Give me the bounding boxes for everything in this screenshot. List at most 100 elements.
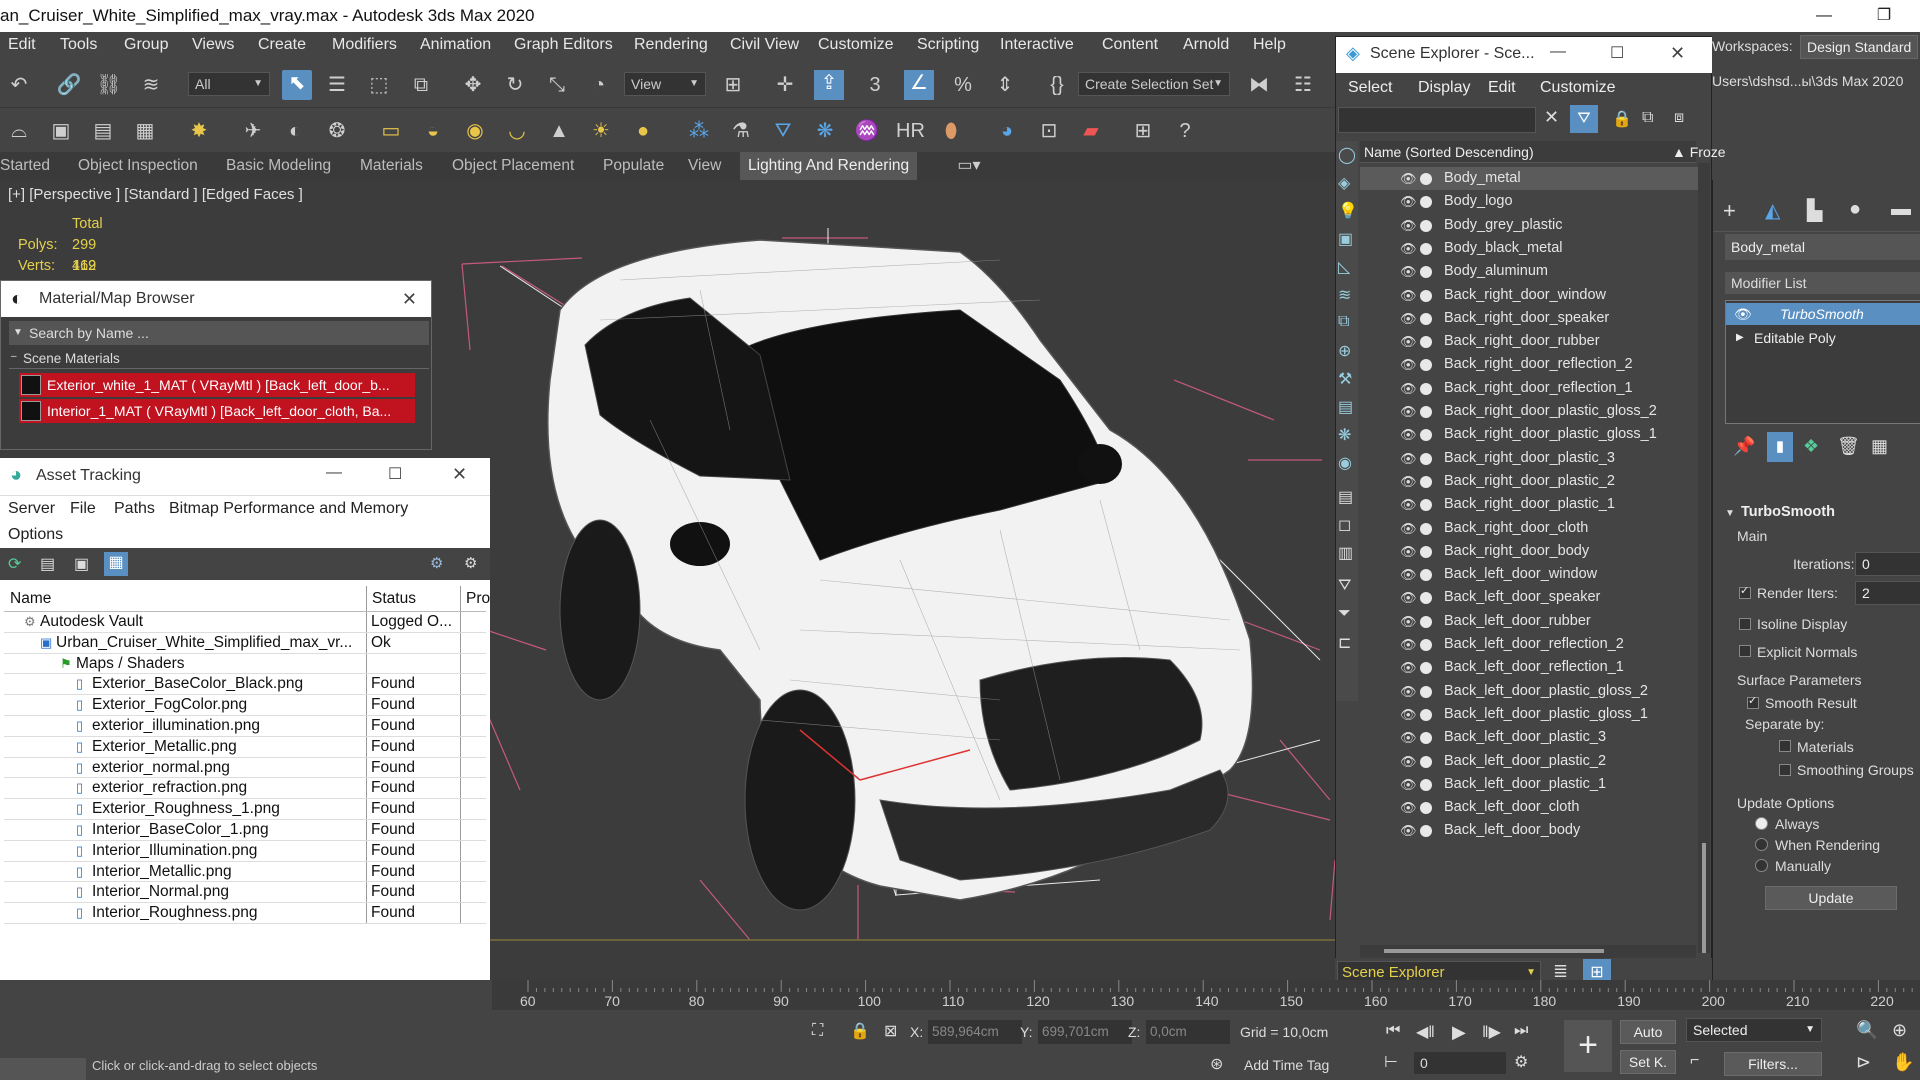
menu-views[interactable]: Views xyxy=(192,36,234,54)
set-key-big-icon[interactable]: + xyxy=(1564,1020,1612,1072)
curve-editor-icon[interactable]: ✈ xyxy=(240,118,266,144)
schematic-view-icon[interactable]: ◐ xyxy=(282,118,308,144)
close-icon[interactable]: ✕ xyxy=(452,464,467,485)
container-filter-icon[interactable]: ▤ xyxy=(1338,397,1353,417)
scene-horizontal-scrollbar[interactable] xyxy=(1360,945,1696,959)
render-setup-icon[interactable]: ◕ xyxy=(994,118,1020,144)
scene-object-item[interactable]: 👁 Back_left_door_rubber xyxy=(1360,610,1710,633)
funnel-icon[interactable]: ⏷ xyxy=(1338,605,1351,623)
menu-customize[interactable]: Customize xyxy=(818,36,894,54)
asset-row[interactable]: ▣ Urban_Cruiser_White_Simplified_max_vr..… xyxy=(4,632,486,654)
show-end-result-icon[interactable]: ▮ xyxy=(1767,432,1793,462)
scene-object-item[interactable]: 👁 Back_right_door_window xyxy=(1360,284,1710,307)
asset-row[interactable]: ▯ exterior_illumination.png Found xyxy=(4,716,486,737)
scene-object-item[interactable]: 👁 Back_left_door_window xyxy=(1360,563,1710,586)
scene-object-item[interactable]: 👁 Back_right_door_cloth xyxy=(1360,517,1710,540)
asset-row[interactable]: ▯ Exterior_BaseColor_Black.png Found xyxy=(4,674,486,696)
create-tab-icon[interactable]: + xyxy=(1723,198,1736,224)
column-pro[interactable]: Pro xyxy=(466,586,490,612)
sphere-light-icon[interactable]: ◉ xyxy=(462,118,488,144)
next-frame-icon[interactable]: ‖▶ xyxy=(1482,1022,1501,1042)
display-none-icon[interactable]: ◻ xyxy=(1338,515,1351,535)
scale-icon[interactable]: ⤡ xyxy=(544,72,570,98)
scene-object-item[interactable]: 👁 Back_right_door_plastic_3 xyxy=(1360,447,1710,470)
light-icon[interactable]: ✸ xyxy=(186,118,212,144)
tab-populate[interactable]: Populate xyxy=(603,157,664,175)
menu-create[interactable]: Create xyxy=(258,36,306,54)
auto-key-button[interactable]: Auto xyxy=(1620,1020,1676,1044)
viewport-label[interactable]: [+] [Perspective ] [Standard ] [Edged Fa… xyxy=(8,186,303,203)
spinner-snap-icon[interactable]: ⇕ xyxy=(992,72,1018,98)
close-icon[interactable]: ✕ xyxy=(402,281,417,317)
cone-icon[interactable]: ▲ xyxy=(546,118,572,144)
visibility-eye-icon[interactable]: 👁 xyxy=(1400,656,1417,679)
selection-filter-dropdown[interactable]: All ▼ xyxy=(188,72,270,96)
menu-file[interactable]: File xyxy=(70,500,96,518)
tab-object-placement[interactable]: Object Placement xyxy=(452,157,574,175)
maxscript-mini-listener[interactable] xyxy=(0,1058,86,1080)
project-path[interactable]: Users\dshsd...ы\3ds Max 2020 xyxy=(1712,73,1903,89)
geometry-filter-icon[interactable]: ◯ xyxy=(1338,145,1356,165)
visibility-eye-icon[interactable]: 👁 xyxy=(1400,540,1417,563)
iterations-spinner[interactable]: 0 xyxy=(1855,552,1920,576)
menu-rendering[interactable]: Rendering xyxy=(634,36,708,54)
named-selection-icon[interactable]: {} xyxy=(1044,72,1070,98)
bone-filter-icon[interactable]: ⚒ xyxy=(1338,369,1352,389)
align-icon[interactable]: ☷ xyxy=(1290,72,1316,98)
menu-animation[interactable]: Animation xyxy=(420,36,491,54)
default-tangent-icon[interactable]: ⌐ xyxy=(1690,1052,1699,1070)
visibility-eye-icon[interactable]: 👁 xyxy=(1400,284,1417,307)
remove-modifier-icon[interactable]: 🗑 xyxy=(1837,436,1860,457)
column-frozen[interactable]: ▲ Froze xyxy=(1672,141,1726,163)
scene-search-input[interactable] xyxy=(1338,107,1536,133)
scene-object-item[interactable]: 👁 Body_black_metal xyxy=(1360,237,1710,260)
asset-row[interactable]: ▯ Interior_Metallic.png Found xyxy=(4,861,486,883)
pan-icon[interactable]: ✋ xyxy=(1892,1052,1914,1073)
filters-button[interactable]: Filters... xyxy=(1724,1052,1822,1076)
visibility-eye-icon[interactable]: 👁 xyxy=(1400,819,1417,842)
rollout-title[interactable]: TurboSmooth xyxy=(1741,504,1835,520)
zoom-icon[interactable]: 🔍 xyxy=(1856,1020,1878,1041)
tab-object-inspection[interactable]: Object Inspection xyxy=(78,157,198,175)
visibility-eye-icon[interactable]: 👁 xyxy=(1400,586,1417,609)
smooth-result-checkbox[interactable]: ✓ xyxy=(1747,695,1759,709)
menu-scripting[interactable]: Scripting xyxy=(917,36,979,54)
dome-icon[interactable]: ◒ xyxy=(420,118,446,144)
scene-vertical-scrollbar[interactable] xyxy=(1698,163,1710,953)
visibility-eye-icon[interactable]: 👁 xyxy=(1400,237,1417,260)
mirror-icon[interactable]: ⧓ xyxy=(1246,72,1272,98)
scene-object-item[interactable]: 👁 Back_left_door_plastic_2 xyxy=(1360,750,1710,773)
render-online-icon[interactable]: ⊞ xyxy=(1130,118,1156,144)
render-element-icon[interactable]: ⚗ xyxy=(728,118,754,144)
layer-icon[interactable]: ⌓ xyxy=(6,118,32,144)
sun-icon[interactable]: ☀ xyxy=(588,118,614,144)
scene-object-item[interactable]: 👁 Back_right_door_reflection_1 xyxy=(1360,377,1710,400)
menu-arnold[interactable]: Arnold xyxy=(1183,36,1229,54)
angle-snap-icon[interactable]: ∠ xyxy=(904,70,934,100)
visibility-eye-icon[interactable]: 👁 xyxy=(1400,353,1417,376)
snaps-toggle-icon[interactable]: 3 xyxy=(862,72,888,98)
add-time-tag[interactable]: ⊛ Add Time Tag xyxy=(1208,1052,1338,1078)
pin-stack-icon[interactable]: 📌 xyxy=(1733,436,1755,457)
render-iters-checkbox[interactable]: ✓ xyxy=(1739,585,1751,599)
scene-object-item[interactable]: 👁 Body_grey_plastic xyxy=(1360,214,1710,237)
asset-row[interactable]: ▯ Interior_BaseColor_1.png Found xyxy=(4,820,486,841)
move-icon[interactable]: ✥ xyxy=(460,72,486,98)
named-selection-sets-dropdown[interactable]: Create Selection Set ▼ xyxy=(1078,72,1230,96)
helper-filter-icon[interactable]: ◺ xyxy=(1338,257,1350,277)
menu-display[interactable]: Display xyxy=(1418,79,1470,97)
menu-help[interactable]: Help xyxy=(1253,36,1286,54)
keyboard-shortcut-override-icon[interactable]: ⇪ xyxy=(814,70,844,100)
menu-group[interactable]: Group xyxy=(124,36,168,54)
visibility-eye-icon[interactable]: 👁 xyxy=(1400,517,1417,540)
minimize-button[interactable]: — xyxy=(1796,0,1852,32)
hierarchy-tab-icon[interactable]: ▙ xyxy=(1807,198,1822,223)
scene-object-item[interactable]: 👁 Back_left_door_plastic_1 xyxy=(1360,773,1710,796)
asset-row[interactable]: ▯ Exterior_Roughness_1.png Found xyxy=(4,799,486,820)
scene-object-item[interactable]: 👁 Back_right_door_reflection_2 xyxy=(1360,353,1710,376)
close-icon[interactable]: ✕ xyxy=(1670,43,1685,64)
particle-icon[interactable]: ⁂ xyxy=(686,118,712,144)
shape-filter-icon[interactable]: ◈ xyxy=(1338,173,1350,193)
camera-filter-icon[interactable]: ▣ xyxy=(1338,229,1353,249)
visibility-eye-icon[interactable]: 👁 xyxy=(1400,307,1417,330)
